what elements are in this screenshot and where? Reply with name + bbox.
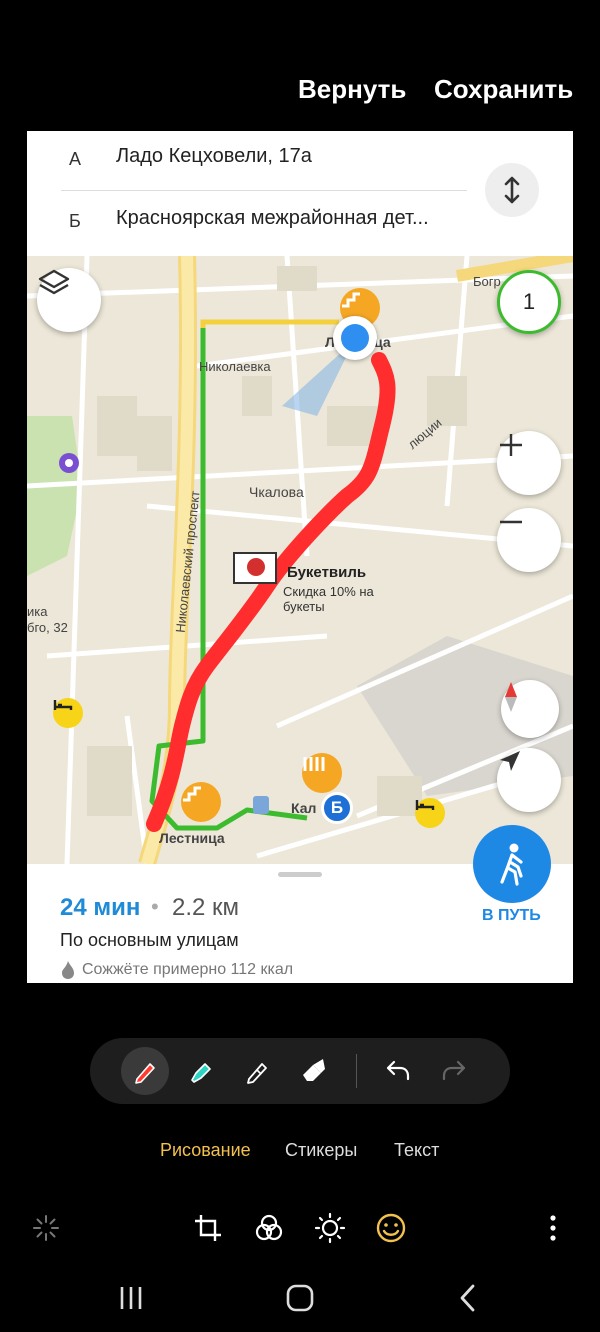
crop-rotate-button[interactable] — [190, 1210, 226, 1246]
map-view[interactable]: Николаевка Николаевский проспект Чкалова… — [27, 256, 573, 864]
tab-drawing[interactable]: Рисование — [160, 1140, 251, 1161]
teal-marker-icon — [191, 1063, 211, 1083]
current-location-icon[interactable] — [333, 316, 377, 360]
white-pencil-icon — [247, 1063, 267, 1084]
tram-stop-icon[interactable] — [253, 796, 269, 814]
compass-icon — [505, 682, 517, 712]
filters-button[interactable] — [251, 1210, 287, 1246]
recent-apps-icon — [120, 1287, 142, 1309]
place-label-kal: Кал — [291, 800, 317, 816]
swap-arrows-icon — [504, 176, 520, 204]
screenshot-canvas[interactable]: А Ладо Кецховели, 17а Б Красноярская меж… — [27, 131, 573, 983]
hotel-pin-icon[interactable] — [53, 698, 83, 728]
destination-marker-b[interactable]: Б — [321, 792, 353, 824]
calories-text: Сожжёте примерно 112 ккал — [82, 961, 294, 978]
plus-icon — [500, 434, 522, 456]
drawing-toolbar — [90, 1038, 510, 1104]
my-location-button[interactable] — [497, 748, 561, 812]
place-label-ika: ика — [27, 604, 48, 619]
drag-handle[interactable] — [278, 872, 322, 877]
map-graphics — [27, 256, 573, 864]
route-description: По основным улицам — [60, 930, 239, 950]
route-duration: 24 мин — [60, 894, 141, 921]
navigation-arrow-icon — [500, 751, 520, 771]
home-icon — [286, 1284, 314, 1312]
flower-shop-icon[interactable] — [57, 451, 81, 475]
redo-icon — [442, 1060, 466, 1081]
stairs-pin-icon[interactable] — [181, 782, 221, 822]
route-panel: А Ладо Кецховели, 17а Б Красноярская меж… — [27, 131, 573, 256]
more-options-button[interactable] — [535, 1210, 571, 1246]
to-letter: Б — [69, 211, 81, 231]
undo-button[interactable] — [374, 1047, 422, 1095]
go-label[interactable]: В ПУТЬ — [482, 907, 541, 925]
place-label-lestnitsa: Лестница — [159, 830, 225, 846]
divider — [61, 190, 467, 191]
street-label-bogr: Богр — [473, 274, 501, 289]
street-label-chkalova: Чкалова — [249, 484, 304, 500]
zoom-out-button[interactable] — [497, 508, 561, 572]
poi-name: Букетвиль — [287, 564, 367, 581]
more-vertical-icon — [550, 1215, 556, 1241]
auto-enhance-button[interactable] — [28, 1210, 64, 1246]
museum-pin-icon[interactable] — [302, 753, 342, 793]
save-button[interactable]: Сохранить — [434, 74, 573, 105]
place-label-bgo32: бго, 32 — [27, 620, 68, 635]
calories-row: Сожжёте примерно 112 ккал — [60, 960, 293, 980]
back-button[interactable] — [448, 1280, 488, 1316]
pencil-tool-button[interactable] — [233, 1047, 281, 1095]
compass-button[interactable] — [501, 680, 559, 738]
sun-icon — [314, 1212, 346, 1244]
tab-text[interactable]: Текст — [394, 1140, 439, 1161]
route-to-row[interactable]: Б Красноярская межрайонная дет... — [27, 193, 487, 253]
from-address: Ладо Кецховели, 17а — [116, 145, 312, 167]
poi-promo: Скидка 10% на букеты — [283, 584, 374, 614]
poi-flower-icon[interactable] — [233, 552, 277, 584]
eraser-icon — [303, 1059, 325, 1081]
separator-dot: • — [151, 894, 159, 919]
pen-tool-button[interactable] — [121, 1047, 169, 1095]
layers-button[interactable] — [37, 268, 101, 332]
layers-icon — [38, 269, 70, 295]
route-distance: 2.2 км — [172, 894, 240, 921]
route-from-row[interactable]: А Ладо Кецховели, 17а — [27, 131, 487, 191]
crop-rotate-icon — [195, 1215, 221, 1241]
smiley-icon — [376, 1213, 406, 1243]
redo-button[interactable] — [430, 1047, 478, 1095]
red-pen-icon — [135, 1063, 155, 1084]
walking-person-icon — [500, 843, 523, 886]
eraser-tool-button[interactable] — [289, 1047, 337, 1095]
tab-stickers[interactable]: Стикеры — [285, 1140, 357, 1161]
swap-route-button[interactable] — [485, 163, 539, 217]
hotel-pin-icon[interactable] — [415, 798, 445, 828]
back-chevron-icon — [460, 1284, 475, 1312]
flame-icon — [62, 961, 74, 979]
recent-apps-button[interactable] — [111, 1280, 151, 1316]
home-button[interactable] — [280, 1280, 320, 1316]
go-button[interactable] — [473, 825, 551, 903]
revert-button[interactable]: Вернуть — [298, 74, 406, 105]
minus-icon — [500, 520, 522, 524]
sparkle-icon — [33, 1215, 59, 1241]
street-label-nikolaevka: Николаевка — [199, 359, 271, 374]
undo-icon — [386, 1060, 410, 1081]
to-address: Красноярская межрайонная дет... — [116, 207, 429, 229]
filters-icon — [255, 1214, 283, 1241]
zoom-in-button[interactable] — [497, 431, 561, 495]
brightness-button[interactable] — [312, 1210, 348, 1246]
marker-tool-button[interactable] — [177, 1047, 225, 1095]
route-count-badge[interactable]: 1 — [497, 270, 561, 334]
toolbar-separator — [356, 1054, 357, 1088]
decorations-button[interactable] — [373, 1210, 409, 1246]
from-letter: А — [69, 149, 82, 169]
